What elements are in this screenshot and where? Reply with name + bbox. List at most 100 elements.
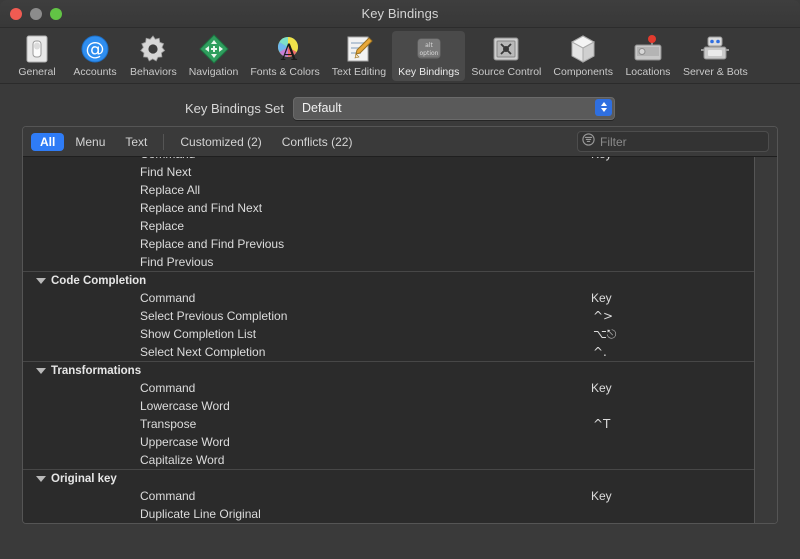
column-header-key: Key	[591, 381, 612, 395]
binding-key: ^.	[593, 345, 607, 359]
disclosure-triangle-icon[interactable]	[36, 475, 46, 482]
toolbar-item-label: Key Bindings	[398, 66, 460, 78]
option-key-icon: alt option	[413, 33, 445, 65]
chevron-updown-icon	[595, 98, 612, 116]
binding-command: Lowercase Word	[140, 399, 230, 413]
key-bindings-panel: All Menu Text Customized (2) Conflicts (22) …	[22, 126, 778, 524]
list-column-header-row: Command Key	[23, 487, 777, 505]
list-column-header-row: Command Key	[23, 289, 777, 307]
binding-command: Transpose	[140, 417, 197, 431]
key-binding-row[interactable]: Replace and Find Next	[23, 199, 777, 217]
toolbar-item-label: Server & Bots	[682, 66, 748, 78]
toolbar-item-text-editing[interactable]: Text Editing	[326, 31, 392, 81]
list-group-name: Transformations	[51, 364, 142, 377]
key-binding-row[interactable]: Find Next	[23, 163, 777, 181]
key-bindings-set-dropdown[interactable]: Default	[293, 96, 615, 120]
hard-drive-pin-icon	[632, 33, 664, 65]
binding-key: ⌥⎋	[593, 326, 617, 341]
key-bindings-set-row: Key Bindings Set Default	[14, 84, 786, 126]
key-binding-row[interactable]: Lowercase Word	[23, 397, 777, 415]
general-switch-icon	[21, 33, 53, 65]
toolbar-item-navigation[interactable]: Navigation	[183, 31, 245, 81]
preferences-toolbar: General @ Accounts Behaviors Navigation A…	[0, 28, 800, 84]
window-title: Key Bindings	[361, 6, 439, 21]
document-pencil-icon	[343, 33, 375, 65]
key-binding-row[interactable]: Duplicate Line Original	[23, 505, 777, 523]
cube-icon	[567, 33, 599, 65]
binding-command: Select Next Completion	[140, 345, 266, 359]
toolbar-item-accounts[interactable]: @ Accounts	[66, 31, 124, 81]
binding-command: Replace and Find Next	[140, 201, 263, 215]
toolbar-item-server-bots[interactable]: Server & Bots	[677, 31, 754, 81]
tab-conflicts-22[interactable]: Conflicts (22)	[273, 133, 362, 151]
key-binding-row[interactable]: Transpose ^T	[23, 415, 777, 433]
preferences-body: Key Bindings Set Default All Menu Text Cust…	[0, 84, 800, 550]
tab-customized-2[interactable]: Customized (2)	[171, 133, 270, 151]
tab-all[interactable]: All	[31, 132, 65, 151]
binding-key: ^>	[593, 309, 614, 323]
binding-command: Show Completion List	[140, 327, 257, 341]
key-bindings-set-value: Default	[302, 101, 342, 115]
binding-key: ^T	[593, 417, 611, 431]
gear-icon	[137, 33, 169, 65]
column-header-key: Key	[591, 157, 612, 161]
toolbar-item-label: Locations	[625, 66, 671, 78]
key-binding-row[interactable]: Find Previous	[23, 253, 777, 271]
key-binding-row[interactable]: Replace All	[23, 181, 777, 199]
key-binding-row[interactable]: Replace and Find Previous	[23, 235, 777, 253]
key-binding-row[interactable]: Show Completion List ⌥⎋	[23, 325, 777, 343]
tab-menu[interactable]: Menu	[66, 133, 114, 151]
toolbar-item-general[interactable]: General	[8, 31, 66, 81]
list-column-header-row: Command Key	[23, 379, 777, 397]
title-bar: Key Bindings	[0, 0, 800, 28]
list-group-name: Original key	[51, 472, 117, 485]
column-header-command: Command	[140, 157, 195, 161]
toolbar-item-components[interactable]: Components	[547, 31, 619, 81]
svg-text:A: A	[280, 41, 298, 65]
key-binding-row[interactable]: Select Next Completion ^.	[23, 343, 777, 361]
toolbar-item-label: General	[18, 66, 56, 78]
toolbar-item-key-bindings[interactable]: alt option Key Bindings	[392, 31, 466, 81]
list-group-name: Code Completion	[51, 274, 147, 287]
toolbar-item-label: Navigation	[188, 66, 239, 78]
column-header-command: Command	[140, 381, 196, 395]
column-header-command: Command	[140, 291, 196, 305]
key-binding-row[interactable]: Uppercase Word	[23, 433, 777, 451]
key-binding-row[interactable]: Capitalize Word	[23, 451, 777, 469]
binding-command: Select Previous Completion	[140, 309, 288, 323]
svg-text:@: @	[86, 38, 105, 60]
list-group-header[interactable]: Transformations	[23, 361, 777, 379]
filter-funnel-icon	[582, 132, 595, 151]
move-arrows-icon	[198, 33, 230, 65]
binding-command: Replace and Find Previous	[140, 237, 285, 251]
filter-placeholder: Filter	[600, 134, 627, 149]
binding-command: Replace	[140, 219, 185, 233]
toolbar-item-behaviors[interactable]: Behaviors	[124, 31, 183, 81]
safe-vault-icon	[490, 33, 522, 65]
key-bindings-list[interactable]: Command Key Find Next Replace All Replace an…	[23, 157, 777, 523]
panel-footer	[14, 524, 786, 550]
disclosure-triangle-icon[interactable]	[36, 367, 46, 374]
key-binding-row[interactable]: Replace	[23, 217, 777, 235]
binding-command: Replace All	[140, 183, 201, 197]
binding-command: Uppercase Word	[140, 435, 230, 449]
binding-command: Find Next	[140, 165, 192, 179]
toolbar-item-fonts-colors[interactable]: A Fonts & Colors	[244, 31, 325, 81]
filter-field[interactable]: Filter	[577, 131, 769, 152]
toolbar-item-label: Components	[553, 66, 613, 78]
at-sign-icon: @	[79, 33, 111, 65]
vertical-scrollbar[interactable]	[755, 157, 777, 523]
toolbar-item-label: Text Editing	[331, 66, 387, 78]
disclosure-triangle-icon[interactable]	[36, 277, 46, 284]
tab-text[interactable]: Text	[116, 133, 156, 151]
key-bindings-set-label: Key Bindings Set	[184, 100, 284, 116]
binding-command: Find Previous	[140, 255, 214, 269]
font-color-wheel-icon: A	[269, 33, 301, 65]
list-group-header[interactable]: Code Completion	[23, 271, 777, 289]
toolbar-item-source-control[interactable]: Source Control	[465, 31, 547, 81]
key-binding-row[interactable]: Select Previous Completion ^>	[23, 307, 777, 325]
toolbar-item-label: Accounts	[73, 66, 117, 78]
toolbar-item-locations[interactable]: Locations	[619, 31, 677, 81]
list-group-header[interactable]: Original key	[23, 469, 777, 487]
robot-icon	[699, 33, 731, 65]
